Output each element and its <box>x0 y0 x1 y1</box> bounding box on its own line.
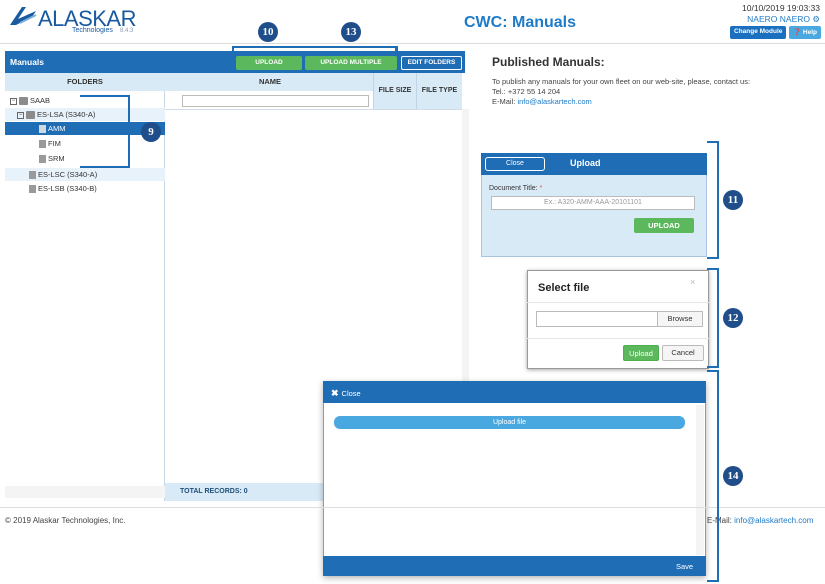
folder-label: AMM <box>48 124 66 133</box>
select-file-title: Select file <box>538 282 590 294</box>
folder-label: SRM <box>48 154 65 163</box>
callout-bracket-upload-multiple <box>300 46 398 56</box>
published-manuals-title: Published Manuals: <box>492 55 605 69</box>
name-filter-input[interactable] <box>182 95 369 107</box>
callout-bracket-multi-dialog <box>707 370 719 582</box>
dialog-vertical-scrollbar[interactable] <box>696 405 704 555</box>
document-icon <box>39 155 46 164</box>
footer-email-row: E-Mail: info@alaskartech.com <box>707 516 813 525</box>
upload-multiple-close-button[interactable]: ✖ Close <box>331 388 361 399</box>
save-button[interactable]: Save <box>676 562 693 571</box>
callout-bracket-upload-dialog <box>707 141 719 259</box>
file-path-input[interactable] <box>536 311 658 327</box>
logo-subtitle: Technologies <box>72 27 113 34</box>
help-button[interactable]: ❓ Help <box>789 26 821 39</box>
column-header-file-type[interactable]: FILE TYPE <box>416 73 462 109</box>
divider <box>527 338 709 339</box>
folder-icon <box>19 97 28 106</box>
browse-button[interactable]: Browse <box>657 311 703 327</box>
published-tel: Tel.: +372 55 14 204 <box>492 87 561 96</box>
version-label: 8.4.3 <box>120 28 134 34</box>
close-icon: ✖ <box>331 388 339 398</box>
email-label: E-Mail: <box>492 97 516 106</box>
collapse-icon[interactable]: − <box>10 97 17 105</box>
collapse-icon[interactable]: − <box>17 111 24 119</box>
folder-label: SAAB <box>30 96 51 105</box>
folder-label: ES-LSC (S340-A) <box>38 170 98 179</box>
close-label: Close <box>341 389 361 398</box>
column-header-name[interactable]: NAME <box>165 73 375 91</box>
callout-badge: 11 <box>723 190 743 210</box>
upload-multiple-dialog <box>323 381 706 576</box>
datetime-label: 10/10/2019 19:03:33 <box>742 3 820 13</box>
help-icon: ❓ <box>793 29 802 36</box>
upload-multiple-header <box>323 381 706 403</box>
select-file-upload-button[interactable]: Upload <box>623 345 659 361</box>
upload-button[interactable]: UPLOAD <box>236 56 302 70</box>
published-info-text: To publish any manuals for your own flee… <box>492 77 751 86</box>
user-name: NAERO NAERO <box>747 14 810 24</box>
document-title-label: Document Title: * <box>489 185 542 192</box>
upload-dialog-close-button[interactable]: Close <box>485 157 545 171</box>
page-title: CWC: Manuals <box>464 14 576 31</box>
edit-folders-button[interactable]: EDIT FOLDERS <box>401 56 462 70</box>
close-icon[interactable]: × <box>690 277 695 287</box>
footer-divider <box>0 507 825 508</box>
callout-badge: 9 <box>141 122 161 142</box>
document-icon <box>29 185 36 194</box>
callout-badge: 13 <box>341 22 361 42</box>
alaskar-logo-icon <box>10 7 37 25</box>
callout-badge: 14 <box>723 466 743 486</box>
folder-label: FIM <box>48 139 61 148</box>
divider <box>527 302 709 303</box>
upload-multiple-button[interactable]: UPLOAD MULTIPLE <box>305 56 397 70</box>
email-link[interactable]: info@alaskartech.com <box>517 97 591 106</box>
folder-icon <box>26 111 35 120</box>
upload-dialog-title: Upload <box>570 158 601 168</box>
help-label: Help <box>802 29 817 36</box>
callout-badge: 10 <box>258 22 278 42</box>
upload-file-button[interactable]: Upload file <box>334 416 685 429</box>
document-icon <box>39 125 46 134</box>
document-icon <box>39 140 46 149</box>
required-mark: * <box>539 185 543 192</box>
total-records-label: TOTAL RECORDS: 0 <box>180 488 248 495</box>
gear-icon: ⚙ <box>812 14 820 24</box>
copyright-label: © 2019 Alaskar Technologies, Inc. <box>5 516 126 525</box>
upload-multiple-footer <box>323 556 706 576</box>
folder-item-es-lsb[interactable]: ES-LSB (S340-B) <box>5 182 165 195</box>
callout-badge: 12 <box>723 308 743 328</box>
manuals-label: Manuals <box>10 57 45 67</box>
footer-email-link[interactable]: info@alaskartech.com <box>734 516 813 525</box>
document-title-text: Document Title: <box>489 185 538 192</box>
user-menu[interactable]: NAERO NAERO ⚙ <box>696 14 820 25</box>
document-title-input[interactable]: Ex.: A320-AMM-AAA-20101101 <box>491 196 695 210</box>
column-header-file-size[interactable]: FILE SIZE <box>373 73 416 109</box>
folders-header: FOLDERS <box>5 73 165 91</box>
folder-item-es-lsc[interactable]: ES-LSC (S340-A) <box>5 168 165 181</box>
folders-horizontal-scrollbar[interactable] <box>5 486 165 498</box>
callout-bracket-select-file <box>707 268 719 368</box>
select-file-cancel-button[interactable]: Cancel <box>662 345 704 361</box>
folder-label: ES-LSB (S340-B) <box>38 184 97 193</box>
document-icon <box>29 171 36 180</box>
published-email-row: E-Mail: info@alaskartech.com <box>492 97 592 106</box>
upload-dialog-submit-button[interactable]: UPLOAD <box>634 218 694 233</box>
change-module-button[interactable]: Change Module <box>730 26 786 39</box>
callout-bracket-folders <box>80 95 130 168</box>
